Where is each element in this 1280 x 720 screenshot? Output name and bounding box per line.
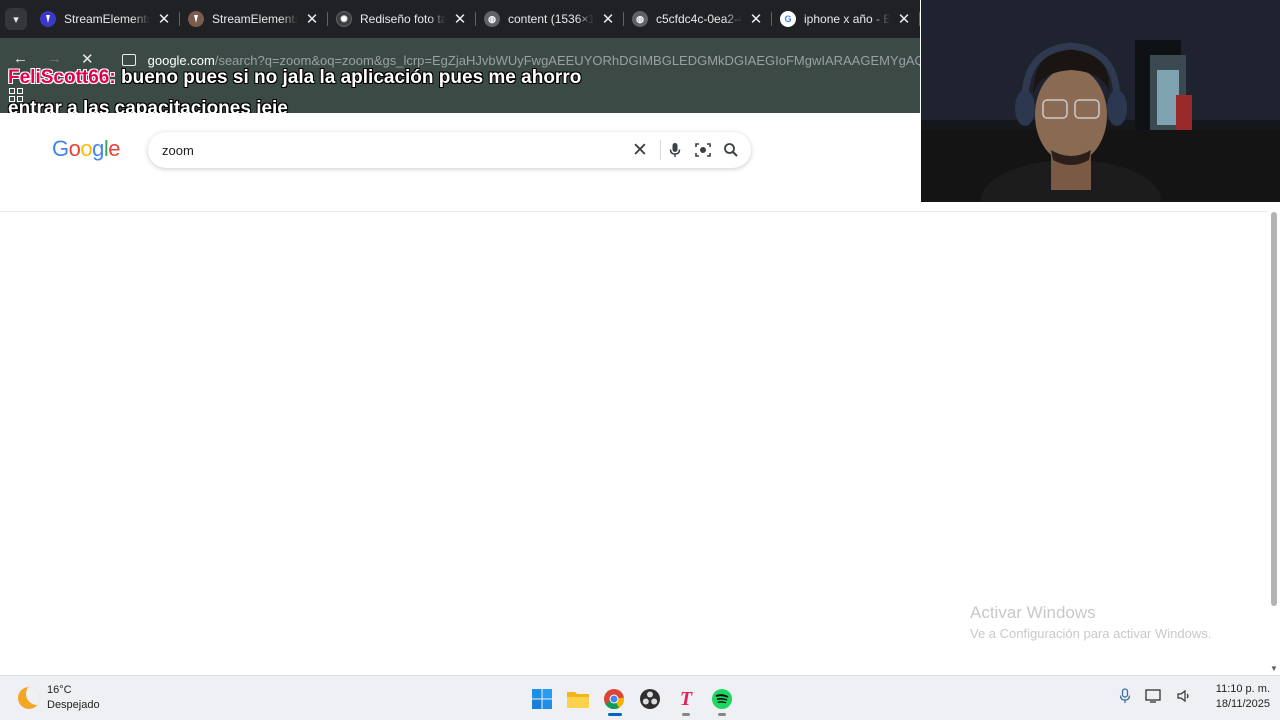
- google-search-box: ✕: [148, 132, 751, 168]
- globe-icon: ◍: [632, 11, 648, 27]
- tab-title: content (1536×1: [508, 12, 594, 26]
- tab-search-button[interactable]: ▾: [0, 0, 32, 38]
- screen: ▾ StreamElements ✕ StreamElements ✕ ✺ Re…: [0, 0, 1280, 720]
- tab-strip: ▾ StreamElements ✕ StreamElements ✕ ✺ Re…: [0, 0, 920, 38]
- clock-time: 11:10 p. m.: [1215, 683, 1270, 695]
- active-indicator: [608, 713, 622, 716]
- typora-button[interactable]: T: [668, 681, 704, 717]
- globe-icon: ◍: [484, 11, 500, 27]
- openai-icon: ✺: [336, 11, 352, 27]
- tab-content[interactable]: ◍ content (1536×1 ✕: [476, 4, 624, 34]
- close-icon[interactable]: ✕: [896, 10, 912, 28]
- search-input[interactable]: [162, 142, 622, 158]
- chrome-button[interactable]: [596, 681, 632, 717]
- close-icon[interactable]: ✕: [156, 10, 172, 28]
- tab-streamelements-1[interactable]: StreamElements ✕: [32, 4, 180, 34]
- start-button[interactable]: [524, 681, 560, 717]
- windows-start-icon: [532, 689, 552, 709]
- weather-condition: Despejado: [47, 699, 100, 711]
- header-divider: [0, 211, 1268, 212]
- taskbar-apps: T: [524, 681, 740, 717]
- tab-title: StreamElements: [64, 12, 150, 26]
- close-icon[interactable]: ✕: [600, 10, 616, 28]
- clear-icon[interactable]: ✕: [632, 139, 648, 162]
- close-icon[interactable]: ✕: [748, 10, 764, 28]
- webcam-feed: [921, 0, 1280, 202]
- system-tray: [1118, 688, 1192, 704]
- tab-streamelements-2[interactable]: StreamElements ✕: [180, 4, 328, 34]
- google-logo[interactable]: Google: [52, 136, 121, 162]
- file-explorer-icon: [567, 692, 589, 708]
- obs-icon: [640, 689, 660, 709]
- close-icon[interactable]: ✕: [304, 10, 320, 28]
- spotify-icon: [712, 689, 732, 709]
- running-indicator: [718, 713, 726, 716]
- tab-rediseno[interactable]: ✺ Rediseño foto ta ✕: [328, 4, 476, 34]
- watermark-subtitle: Ve a Configuración para activar Windows.: [970, 626, 1212, 641]
- chrome-icon: [604, 689, 625, 710]
- google-icon: G: [780, 11, 796, 27]
- tab-title: StreamElements: [212, 12, 298, 26]
- weather-widget[interactable]: 16°C Despejado: [18, 683, 100, 713]
- tab-title: Rediseño foto ta: [360, 12, 446, 26]
- page-scrollbar[interactable]: ▼: [1268, 202, 1280, 675]
- chat-username: FeliScott66:: [8, 67, 116, 88]
- google-header: Google ✕: [0, 113, 920, 211]
- tab-iphone-google[interactable]: G iphone x año - B ✕: [772, 4, 920, 34]
- tab-title: iphone x año - B: [804, 12, 890, 26]
- streamelements-icon: [40, 11, 56, 27]
- spotify-button[interactable]: [704, 681, 740, 717]
- speaker-icon[interactable]: [1176, 688, 1192, 704]
- streamelements-icon: [188, 11, 204, 27]
- tab-c5cfdc4c[interactable]: ◍ c5cfdc4c-0ea2-4 ✕: [624, 4, 772, 34]
- typora-icon: T: [679, 687, 693, 710]
- microphone-icon[interactable]: [1118, 688, 1132, 704]
- network-icon[interactable]: [1145, 688, 1163, 704]
- scrollbar-thumb[interactable]: [1271, 212, 1277, 606]
- running-indicator: [682, 713, 690, 716]
- microphone-icon[interactable]: [665, 140, 685, 160]
- scroll-down-arrow-icon[interactable]: ▼: [1270, 664, 1278, 673]
- system-clock[interactable]: 11:10 p. m. 18/11/2025: [1196, 682, 1270, 712]
- clock-date: 18/11/2025: [1215, 698, 1270, 710]
- search-icon[interactable]: [721, 140, 741, 160]
- close-icon[interactable]: ✕: [452, 10, 468, 28]
- file-explorer-button[interactable]: [560, 681, 596, 717]
- chevron-down-icon: ▾: [5, 8, 27, 30]
- taskbar: 16°C Despejado T 11:10 p. m. 18/11/2025: [0, 675, 1280, 720]
- obs-button[interactable]: [632, 681, 668, 717]
- divider: [660, 140, 661, 160]
- moon-icon: [18, 687, 40, 709]
- weather-temperature: 16°C: [47, 684, 72, 696]
- camera-lens-icon[interactable]: [693, 140, 713, 160]
- watermark-title: Activar Windows: [970, 603, 1096, 622]
- tab-title: c5cfdc4c-0ea2-4: [656, 12, 742, 26]
